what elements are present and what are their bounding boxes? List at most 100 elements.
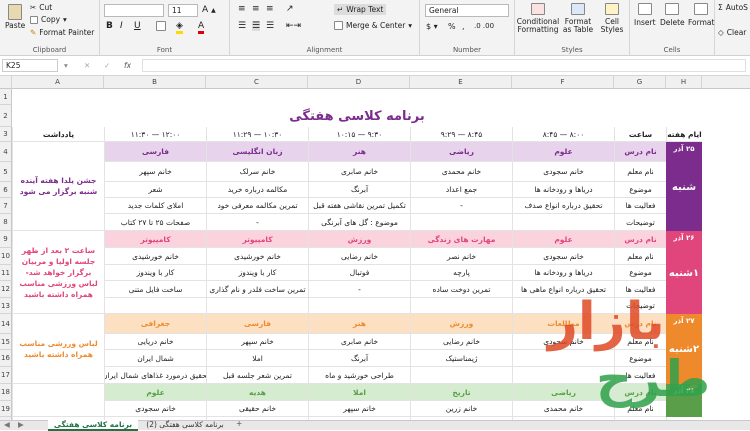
subject-cell[interactable]: کامپیوتر xyxy=(104,231,206,248)
schedule-cell[interactable]: خانم زرین xyxy=(410,401,512,417)
fill-color-button[interactable]: ◈ xyxy=(176,21,183,34)
format-as-table-button[interactable]: Format as Table xyxy=(561,3,595,34)
column-header[interactable]: E xyxy=(410,76,512,89)
schedule-cell[interactable]: خانم خورشیدی xyxy=(104,248,206,265)
conditional-formatting-button[interactable]: Conditional Formatting xyxy=(517,3,559,34)
enter-icon[interactable]: ✓ xyxy=(104,61,110,70)
row-header[interactable]: 13 xyxy=(0,298,12,314)
column-header[interactable]: C xyxy=(206,76,308,89)
schedule-cell[interactable]: تمرین مکالمه معرفی خود xyxy=(206,198,308,214)
subject-cell[interactable]: املا xyxy=(308,384,410,401)
subject-cell[interactable]: مهارت های زندگی xyxy=(410,231,512,248)
accounting-button[interactable]: $ ▾ xyxy=(426,22,438,31)
schedule-cell[interactable]: کار با ویندوز xyxy=(104,265,206,281)
comma-button[interactable]: , xyxy=(462,22,465,31)
schedule-cell[interactable]: دریاها و رودخانه ها xyxy=(512,265,614,281)
subject-cell[interactable]: تاریخ xyxy=(410,384,512,401)
name-box-dropdown-icon[interactable]: ▾ xyxy=(64,61,68,70)
name-box[interactable]: K25 xyxy=(2,59,58,72)
subject-cell[interactable]: علوم xyxy=(512,142,614,162)
autosum-button[interactable]: Σ AutoS xyxy=(718,3,748,12)
schedule-cell[interactable]: مکالمه درباره خرید xyxy=(206,182,308,198)
subject-cell[interactable]: ریاضی xyxy=(410,142,512,162)
wrap-text-button[interactable]: ↵ Wrap Text xyxy=(334,4,387,15)
cell-styles-button[interactable]: Cell Styles xyxy=(599,3,625,34)
header-cell[interactable]: ساعت xyxy=(614,127,666,142)
cancel-icon[interactable]: ✕ xyxy=(84,61,90,70)
decimal-button[interactable]: .0 .00 xyxy=(474,22,494,30)
schedule-cell[interactable]: خانم صابری xyxy=(308,334,410,350)
row-header[interactable]: 3 xyxy=(0,127,12,142)
schedule-cell[interactable]: خانم سجودی xyxy=(104,401,206,417)
delete-button[interactable]: Delete xyxy=(660,3,685,27)
schedule-cell[interactable]: خانم سجودی xyxy=(512,162,614,182)
schedule-cell[interactable] xyxy=(104,298,206,314)
schedule-cell[interactable]: خانم صابری xyxy=(308,162,410,182)
row-header[interactable]: 7 xyxy=(0,198,12,214)
schedule-cell[interactable]: تمرین دوخت ساده xyxy=(410,281,512,298)
header-cell[interactable]: ۸:۴۵ — ۹:۲۹ xyxy=(410,127,512,142)
subject-cell[interactable]: هنر xyxy=(308,142,410,162)
column-header[interactable]: F xyxy=(512,76,614,89)
header-cell[interactable]: ایام هفته xyxy=(666,127,702,142)
clear-button[interactable]: ◇ Clear xyxy=(718,28,746,37)
bold-button[interactable]: B xyxy=(106,21,113,31)
schedule-cell[interactable]: تحقیق درمورد غذاهای شمال ایران xyxy=(104,367,206,384)
schedule-cell[interactable]: تکمیل تمرین نقاشی هفته قبل xyxy=(308,198,410,214)
schedule-cell[interactable]: خانم سجودی xyxy=(512,248,614,265)
row-header[interactable]: 19 xyxy=(0,401,12,417)
row-label[interactable]: فعالیت ها xyxy=(614,198,666,214)
subject-cell[interactable]: ورزش xyxy=(308,231,410,248)
schedule-cell[interactable]: - xyxy=(206,214,308,231)
schedule-cell[interactable]: خانم سپهر xyxy=(206,334,308,350)
row-header[interactable]: 10 xyxy=(0,248,12,265)
format-button[interactable]: Format xyxy=(688,3,714,27)
column-header-empty[interactable] xyxy=(702,76,750,89)
align-top-button[interactable]: ≡ xyxy=(238,4,246,14)
schedule-cell[interactable]: خانم سپهر xyxy=(308,401,410,417)
schedule-cell[interactable]: تمرین ساخت فلدر و نام گذاری xyxy=(206,281,308,298)
row-header[interactable]: 15 xyxy=(0,334,12,350)
schedule-cell[interactable]: شعر xyxy=(104,182,206,198)
align-left-button[interactable]: ☰ xyxy=(238,21,246,31)
schedule-cell[interactable]: ساخت فایل متنی xyxy=(104,281,206,298)
schedule-cell[interactable]: خانم سرلک xyxy=(206,162,308,182)
row-header[interactable]: 4 xyxy=(0,142,12,162)
tab-scroll-left-icon[interactable]: ◀ xyxy=(4,420,10,429)
schedule-cell[interactable] xyxy=(206,298,308,314)
schedule-cell[interactable]: صفحات ۲۵ تا ۲۷ کتاب xyxy=(104,214,206,231)
select-all-corner[interactable] xyxy=(0,76,12,89)
row-header[interactable]: 6 xyxy=(0,182,12,198)
tab-scroll-right-icon[interactable]: ▶ xyxy=(18,420,24,429)
underline-button[interactable]: U xyxy=(134,21,141,31)
schedule-cell[interactable]: پارچه xyxy=(410,265,512,281)
row-label[interactable]: نام معلم xyxy=(614,248,666,265)
note-cell[interactable]: جشن یلدا هفته آینده شنبه برگزار می شود xyxy=(12,142,104,231)
row-header[interactable]: 9 xyxy=(0,231,12,248)
merge-center-button[interactable]: Merge & Center ▾ xyxy=(334,21,412,30)
row-header[interactable]: 2 xyxy=(0,105,12,127)
schedule-cell[interactable]: خانم حقیقی xyxy=(206,401,308,417)
schedule-cell[interactable]: کار با ویندوز xyxy=(206,265,308,281)
note-cell[interactable] xyxy=(12,384,104,417)
schedule-cell[interactable] xyxy=(410,367,512,384)
schedule-cell[interactable]: خانم خورشیدی xyxy=(206,248,308,265)
subject-cell[interactable]: علوم xyxy=(512,231,614,248)
row-label[interactable]: توضیحات xyxy=(614,214,666,231)
row-header[interactable]: 5 xyxy=(0,162,12,182)
row-header[interactable]: 12 xyxy=(0,281,12,298)
align-middle-button[interactable]: ≡ xyxy=(252,4,260,14)
row-header[interactable]: 11 xyxy=(0,265,12,281)
align-right-button[interactable]: ☰ xyxy=(266,21,274,31)
sheet-tab[interactable]: برنامه کلاسی هفتگی (2) xyxy=(140,420,230,431)
schedule-cell[interactable] xyxy=(410,214,512,231)
font-color-button[interactable]: A xyxy=(198,21,205,34)
indent-button[interactable]: ⇤⇥ xyxy=(286,21,301,31)
day-cell[interactable]: ۲۶ آذر ۱شنبه xyxy=(666,231,702,314)
schedule-cell[interactable]: فوتبال xyxy=(308,265,410,281)
column-header[interactable]: D xyxy=(308,76,410,89)
schedule-cell[interactable]: تحقیق درباره انواع صدف xyxy=(512,198,614,214)
note-cell[interactable]: ساعت ۲ بعد از ظهر جلسه اولیا و مربیان بر… xyxy=(12,231,104,314)
row-label[interactable]: موضوع xyxy=(614,265,666,281)
schedule-cell[interactable] xyxy=(410,298,512,314)
